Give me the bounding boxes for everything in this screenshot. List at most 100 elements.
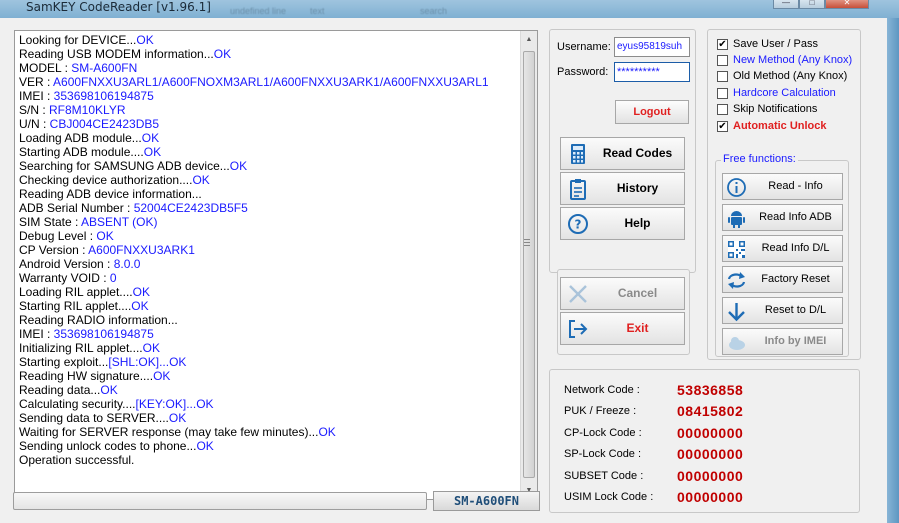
minimize-button[interactable]: — <box>773 0 799 9</box>
reset-to-dl-label: Reset to D/L <box>764 304 827 316</box>
close-button[interactable]: ✕ <box>825 0 869 9</box>
username-label: Username: <box>557 41 611 53</box>
subset-code-value: 00000000 <box>677 468 744 484</box>
factory-reset-button[interactable]: Factory Reset <box>722 266 843 293</box>
read-info-dl-button[interactable]: Read Info D/L <box>722 235 843 262</box>
checkbox-box <box>717 70 728 82</box>
logout-button[interactable]: Logout <box>615 100 689 124</box>
checkbox-box <box>717 87 728 99</box>
info-by-imei-button[interactable]: Info by IMEI <box>722 328 843 355</box>
subset-code-label: SUBSET Code : <box>564 470 644 482</box>
log-line-value: OK <box>96 229 114 243</box>
calculator-icon <box>571 144 585 164</box>
log-line-value: SM-A600FN <box>71 61 138 75</box>
clipboard-icon <box>570 179 586 200</box>
network-code-value: 53836858 <box>677 382 744 398</box>
log-line-text: Reading USB MODEM information... <box>19 47 214 61</box>
read-info-dl-label: Read Info D/L <box>761 242 830 254</box>
help-button[interactable]: ? Help <box>560 207 685 240</box>
scroll-thumb[interactable] <box>523 51 535 478</box>
log-panel[interactable]: Looking for DEVICE...OK Reading USB MODEM… <box>14 30 538 500</box>
log-line-text: ADB Serial Number : <box>19 201 134 215</box>
log-line: Initializing RIL applet....OK <box>19 341 519 355</box>
password-label: Password: <box>557 66 609 78</box>
reset-to-dl-button[interactable]: Reset to D/L <box>722 297 843 324</box>
log-line-text: Initializing RIL applet.... <box>19 341 143 355</box>
free-functions-group: Free functions: Read - Info Read Info AD… <box>715 153 849 357</box>
automatic-unlock-checkbox[interactable]: ✔ Automatic Unlock <box>717 118 827 134</box>
puk-freeze-label: PUK / Freeze : <box>564 405 637 417</box>
log-line: Operation successful. <box>19 453 519 467</box>
hardcore-calc-checkbox[interactable]: Hardcore Calculation <box>717 85 836 101</box>
cp-lock-value: 00000000 <box>677 425 744 441</box>
log-line-value: OK <box>142 341 160 355</box>
log-line-text: Sending unlock codes to phone... <box>19 439 197 453</box>
log-line-value: 353698106194875 <box>53 327 154 341</box>
exit-label: Exit <box>626 321 649 335</box>
log-line-value: OK <box>100 383 118 397</box>
hardcore-calc-label: Hardcore Calculation <box>733 87 836 99</box>
history-label: History <box>616 181 659 195</box>
log-scrollbar[interactable]: ▲ ▼ <box>520 31 537 499</box>
log-line: U/N : CBJ004CE2423DB5 <box>19 117 519 131</box>
read-info-button[interactable]: Read - Info <box>722 173 843 200</box>
log-line-value: OK <box>318 425 336 439</box>
skip-notifications-checkbox[interactable]: Skip Notifications <box>717 101 817 117</box>
old-method-label: Old Method (Any Knox) <box>733 70 848 82</box>
log-line-text: IMEI : <box>19 89 54 103</box>
log-line-text: Android Version : <box>19 257 114 271</box>
log-line: S/N : RF8M10KLYR <box>19 103 519 117</box>
new-method-label: New Method (Any Knox) <box>733 54 853 66</box>
log-line: CP Version : A600FNXXU3ARK1 <box>19 243 519 257</box>
log-line: VER : A600FNXXU3ARL1/A600FNOXM3ARL1/A600… <box>19 75 519 89</box>
model-badge: SM-A600FN <box>433 491 540 511</box>
log-line: Loading ADB module...OK <box>19 131 519 145</box>
log-line-value: [SHL:OK]...OK <box>108 355 187 369</box>
read-codes-button[interactable]: Read Codes <box>560 137 685 170</box>
log-line-text: CP Version : <box>19 243 89 257</box>
log-line-value: OK <box>143 145 162 159</box>
log-line-text: Starting RIL applet.... <box>19 299 132 313</box>
log-line-text: Sending data to SERVER.... <box>19 411 169 425</box>
log-line: Android Version : 8.0.0 <box>19 257 519 271</box>
save-user-label: Save User / Pass <box>733 38 818 50</box>
log-line: IMEI : 353698106194875 <box>19 89 519 103</box>
log-line-text: Starting ADB module.... <box>19 145 144 159</box>
log-line-text: Reading RADIO information... <box>19 313 178 327</box>
log-line-value: ABSENT (OK) <box>81 215 158 229</box>
username-input[interactable]: eyus95819suh <box>614 37 690 57</box>
log-line-text: Checking device authorization.... <box>19 173 193 187</box>
log-text: Looking for DEVICE...OK Reading USB MODEM… <box>19 33 519 497</box>
log-line-value: 353698106194875 <box>53 89 154 103</box>
new-method-checkbox[interactable]: New Method (Any Knox) <box>717 52 852 68</box>
skip-notifications-label: Skip Notifications <box>733 103 818 115</box>
title-bar: SamKEY CodeReader [v1.96.1] undefined li… <box>0 0 899 18</box>
blurred-background-text: search <box>420 6 448 16</box>
save-user-checkbox[interactable]: ✔ Save User / Pass <box>717 36 818 52</box>
arrow-down-icon <box>728 303 745 322</box>
log-line-text: Warranty VOID : <box>19 271 110 285</box>
read-info-adb-button[interactable]: Read Info ADB <box>722 204 843 231</box>
old-method-checkbox[interactable]: Old Method (Any Knox) <box>717 68 847 84</box>
password-input[interactable]: ********** <box>614 62 690 82</box>
log-line-text: MODEL : <box>19 61 72 75</box>
unlock-codes-group: Network Code : 53836858 PUK / Freeze : 0… <box>549 369 860 513</box>
history-button[interactable]: History <box>560 172 685 205</box>
scroll-up-arrow-icon[interactable]: ▲ <box>521 31 537 48</box>
log-line: Starting ADB module....OK <box>19 145 519 159</box>
imei-cloud-icon <box>729 337 745 350</box>
info-icon <box>727 178 746 197</box>
exit-button[interactable]: Exit <box>560 312 685 345</box>
log-line: Reading RADIO information... <box>19 313 519 327</box>
free-functions-legend: Free functions: <box>721 153 798 165</box>
main-window: Looking for DEVICE...OK Reading USB MODEM… <box>0 18 887 523</box>
sp-lock-value: 00000000 <box>677 446 744 462</box>
android-icon <box>728 211 745 228</box>
blurred-background-text: text <box>310 6 325 16</box>
puk-freeze-value: 08415802 <box>677 403 744 419</box>
help-icon: ? <box>568 214 588 234</box>
maximize-button[interactable]: □ <box>799 0 825 9</box>
cancel-button[interactable]: Cancel <box>560 277 685 310</box>
options-group: ✔ Save User / Pass New Method (Any Knox)… <box>707 29 861 360</box>
log-line: Reading HW signature....OK <box>19 369 519 383</box>
